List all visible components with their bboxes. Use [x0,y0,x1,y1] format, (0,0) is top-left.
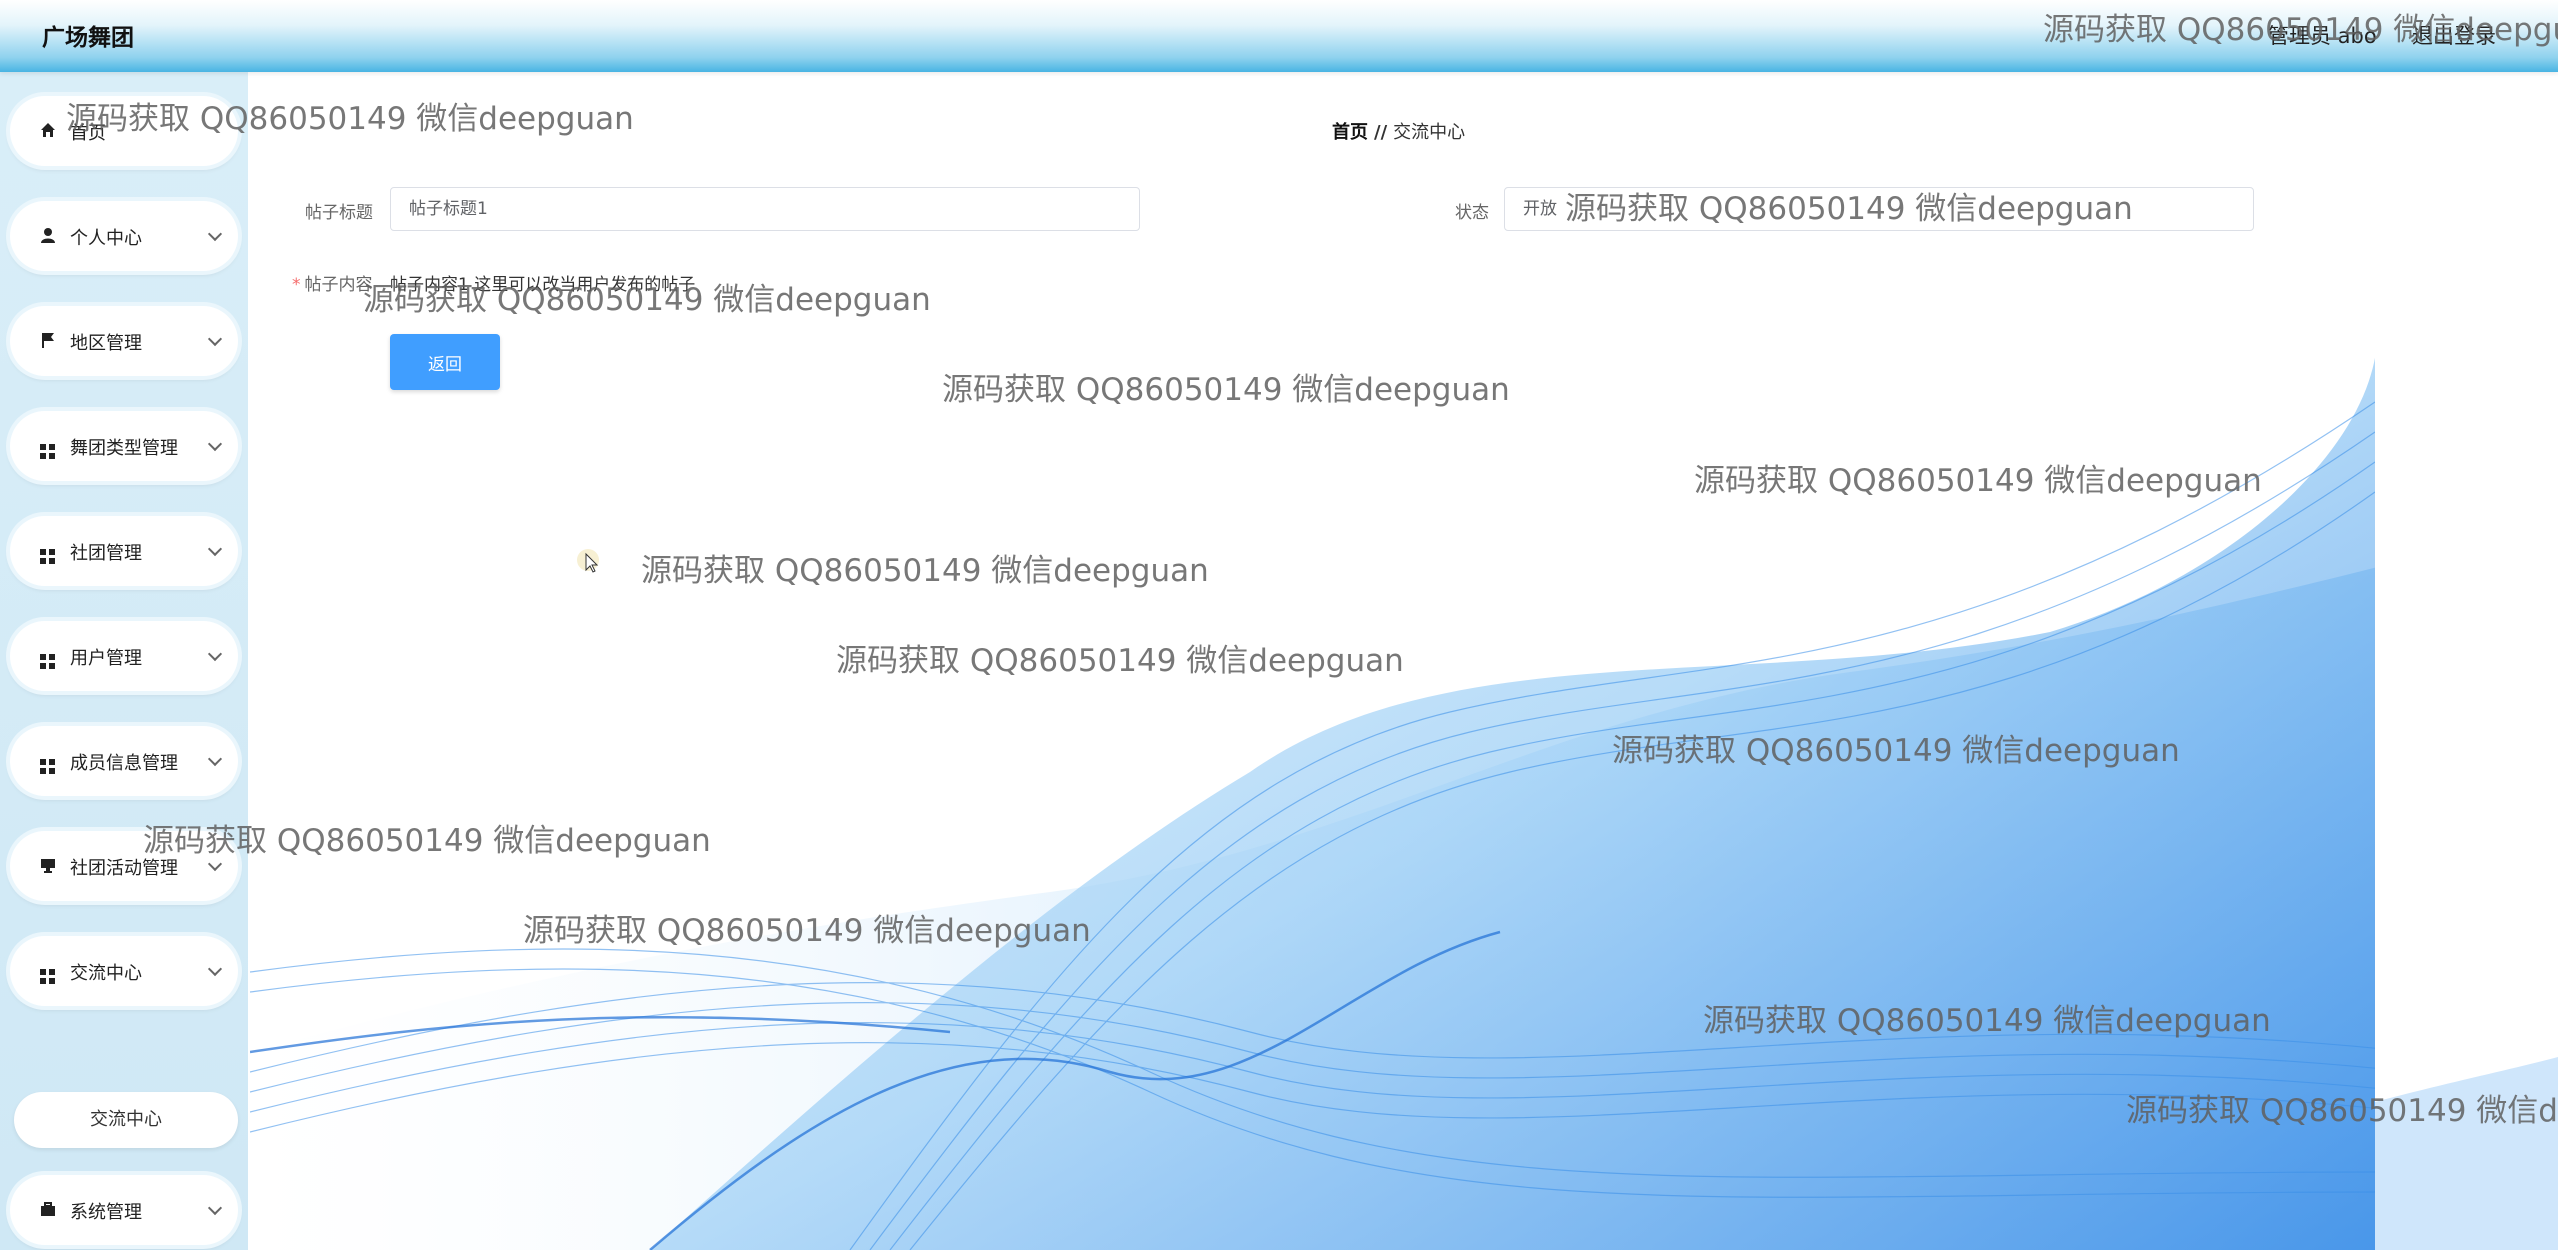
grid-icon [40,962,56,984]
chevron-down-icon [207,1200,223,1216]
sidebar-item-club[interactable]: 社团管理 [10,516,238,586]
grid-icon [40,752,56,774]
grid-icon [40,542,56,564]
grid-icon [40,437,56,459]
breadcrumb-home[interactable]: 首页 [1332,122,1368,143]
sidebar-item-label: 社团管理 [70,543,142,564]
chevron-down-icon [207,226,223,242]
sidebar: 首页 个人中心 地区管理 舞团类型管理 社团管理 用户管理 成员信息管理 社团活… [0,72,248,1250]
post-content-label: * 帖子内容 [292,275,373,295]
post-title-input[interactable]: 帖子标题1 [390,187,1140,231]
sidebar-item-users[interactable]: 用户管理 [10,621,238,691]
sidebar-item-label: 地区管理 [70,333,142,354]
sidebar-item-label: 成员信息管理 [70,753,178,774]
back-button[interactable]: 返回 [390,334,500,390]
chevron-down-icon [207,751,223,767]
chevron-down-icon [207,331,223,347]
sidebar-item-members[interactable]: 成员信息管理 [10,726,238,796]
user-icon [40,227,56,243]
user-info: 管理员 abo [2268,24,2377,48]
sidebar-item-label: 系统管理 [70,1202,142,1223]
sidebar-subitem-exchange[interactable]: 交流中心 [14,1092,238,1148]
logout-link[interactable]: 退出登录 [2412,20,2496,50]
monitor-icon [40,857,56,873]
sidebar-item-label: 用户管理 [70,648,142,669]
breadcrumb-separator: // [1374,122,1388,143]
status-input[interactable]: 开放 [1504,187,2254,231]
sidebar-item-dance-type[interactable]: 舞团类型管理 [10,411,238,481]
sidebar-item-label: 社团活动管理 [70,858,178,879]
required-asterisk: * [292,275,301,295]
breadcrumb: 首页 //交流中心 [1332,118,1465,144]
sidebar-item-club-activity[interactable]: 社团活动管理 [10,831,238,901]
post-content-value: 帖子内容1 这里可以改当用户发布的帖子 [390,275,696,295]
sidebar-item-label: 个人中心 [70,228,142,249]
chevron-down-icon [207,436,223,452]
chevron-down-icon [207,646,223,662]
top-bar: 广场舞团 管理员 abo 退出登录 [0,0,2558,72]
chevron-down-icon [207,541,223,557]
sidebar-item-label: 首页 [70,123,106,144]
grid-icon [40,647,56,669]
breadcrumb-current: 交流中心 [1393,122,1466,143]
app-title: 广场舞团 [42,25,134,51]
sidebar-item-home[interactable]: 首页 [10,96,238,166]
main-content: 首页 //交流中心 帖子标题 帖子标题1 状态 开放 * 帖子内容 帖子内容1 这里… [250,72,2558,1250]
flag-icon [40,332,56,348]
post-title-label: 帖子标题 [305,203,373,223]
briefcase-icon [40,1201,56,1217]
chevron-down-icon [207,961,223,977]
chevron-down-icon [207,856,223,872]
home-icon [40,122,56,138]
wave-background [250,72,2558,1250]
sidebar-item-region[interactable]: 地区管理 [10,306,238,376]
sidebar-item-system[interactable]: 系统管理 [10,1175,238,1245]
status-label: 状态 [1455,203,1489,223]
sidebar-item-label: 舞团类型管理 [70,438,178,459]
mouse-cursor-icon [577,549,599,573]
sidebar-item-label: 交流中心 [70,963,142,984]
sidebar-item-personal-center[interactable]: 个人中心 [10,201,238,271]
sidebar-item-exchange[interactable]: 交流中心 [10,936,238,1006]
